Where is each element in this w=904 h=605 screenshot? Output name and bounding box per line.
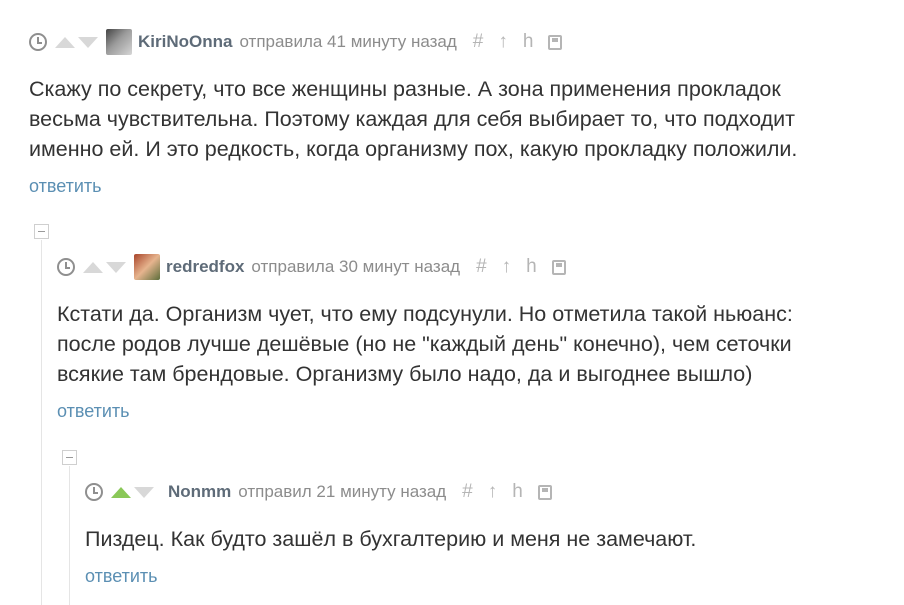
username[interactable]: redredfox [166,257,244,277]
collapse-toggle[interactable] [62,450,77,465]
clock-icon [57,258,75,276]
upvote-icon[interactable] [83,261,103,273]
branch-icon[interactable]: h [526,257,537,277]
branch-icon[interactable]: h [523,32,534,52]
comment-header: redredfox отправила 30 минут назад # ↑ h [57,254,889,280]
comment-nonmm: Nonmm отправил 21 минуту назад # ↑ h Пиз… [85,480,889,587]
comment-text: Пиздец. Как будто зашёл в бухгалтерию и … [85,527,697,551]
arrow-up-icon[interactable]: ↑ [498,32,508,52]
thread-line [41,240,42,605]
downvote-icon[interactable] [134,486,154,498]
arrow-up-icon[interactable]: ↑ [488,482,498,502]
reply-link[interactable]: ответить [85,566,889,587]
save-icon[interactable] [551,259,566,275]
thread-line [69,466,70,605]
username[interactable]: KiriNoOnna [138,32,232,52]
avatar[interactable] [134,254,160,280]
reply-link[interactable]: ответить [57,401,889,422]
comment-timestamp: отправил 21 минуту назад [238,482,447,501]
upvote-icon[interactable] [111,486,131,498]
save-icon[interactable] [537,484,552,500]
username[interactable]: Nonmm [168,482,231,502]
downvote-icon[interactable] [78,36,98,48]
comment-timestamp: отправила 30 минут назад [251,257,461,276]
downvote-icon[interactable] [106,261,126,273]
comment-header: KiriNoOnna отправила 41 минуту назад # ↑… [29,29,889,55]
comment-header: Nonmm отправил 21 минуту назад # ↑ h [85,480,889,504]
clock-icon [29,33,47,51]
branch-icon[interactable]: h [512,482,523,502]
comment-kirinoonna: KiriNoOnna отправила 41 минуту назад # ↑… [29,29,889,197]
reply-link[interactable]: ответить [29,176,889,197]
hash-link-icon[interactable]: # [473,32,484,52]
save-icon[interactable] [548,34,563,50]
collapse-toggle[interactable] [34,224,49,239]
arrow-up-icon[interactable]: ↑ [502,257,512,277]
comment-text: Кстати да. Организм чует, что ему подсун… [57,302,793,386]
clock-icon [85,483,103,501]
avatar[interactable] [106,29,132,55]
hash-link-icon[interactable]: # [462,482,473,502]
hash-link-icon[interactable]: # [476,257,487,277]
comment-text: Скажу по секрету, что все женщины разные… [29,77,798,161]
comment-timestamp: отправила 41 минуту назад [239,32,457,51]
upvote-icon[interactable] [55,36,75,48]
comment-redredfox: redredfox отправила 30 минут назад # ↑ h… [57,254,889,422]
